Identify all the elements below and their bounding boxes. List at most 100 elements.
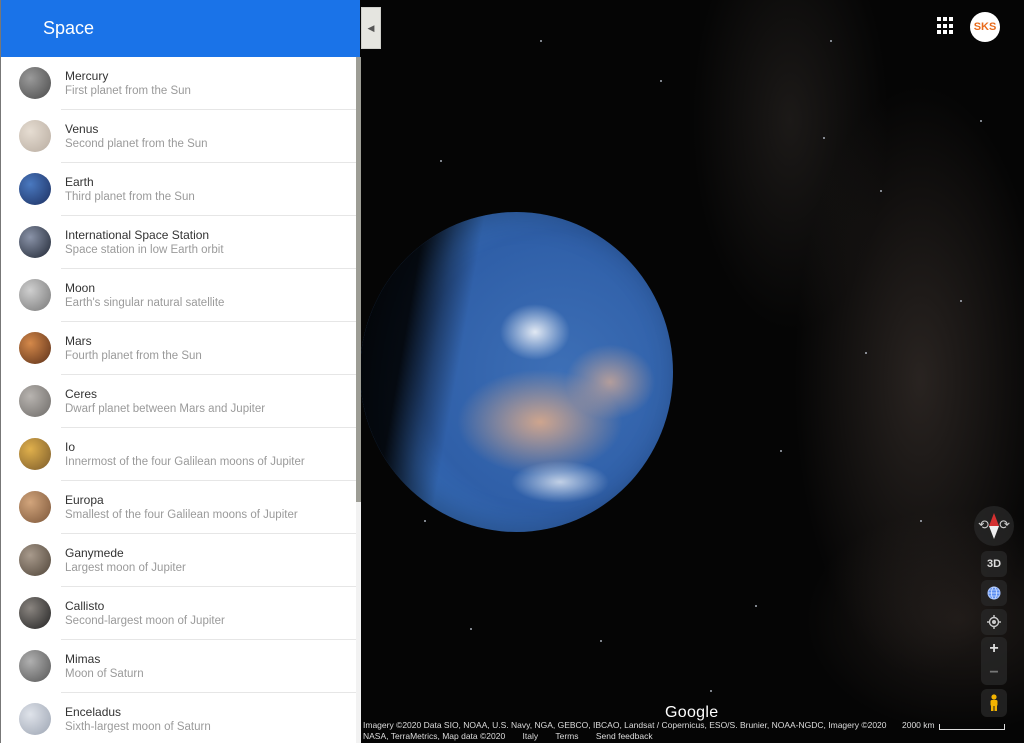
body-thumbnail: [19, 597, 51, 629]
item-name: Ceres: [65, 387, 98, 401]
star: [823, 137, 825, 139]
item-description: Space station in low Earth orbit: [65, 244, 224, 256]
list-item[interactable]: Earth Third planet from the Sun: [1, 163, 356, 216]
attribution-line-2: NASA, TerraMetrics, Map data ©2020: [363, 731, 506, 741]
body-thumbnail: [19, 491, 51, 523]
list-item[interactable]: Ganymede Largest moon of Jupiter: [1, 534, 356, 587]
item-name: Mercury: [65, 69, 109, 83]
street-view-pegman-button[interactable]: [981, 689, 1007, 717]
star: [830, 40, 832, 42]
3d-toggle-button[interactable]: 3D: [981, 551, 1007, 577]
rotate-right-icon[interactable]: ⟳: [999, 518, 1010, 531]
star: [755, 605, 757, 607]
globe-icon: [987, 586, 1001, 600]
item-name: Moon: [65, 281, 96, 295]
star: [600, 640, 602, 642]
scale-bar: [938, 724, 1005, 730]
zoom-in-button[interactable]: +: [989, 637, 998, 661]
celestial-body-list: Mercury First planet from the Sun Venus Sec…: [1, 57, 356, 743]
apps-grid-icon: [937, 17, 941, 21]
compass-north-needle-icon: [989, 513, 999, 526]
body-thumbnail: [19, 279, 51, 311]
body-thumbnail: [19, 544, 51, 576]
item-description: Sixth-largest moon of Saturn: [65, 721, 211, 733]
item-name: Venus: [65, 122, 99, 136]
pegman-icon: [990, 694, 998, 711]
list-item[interactable]: Ceres Dwarf planet between Mars and Jupit…: [1, 375, 356, 428]
item-description: Moon of Saturn: [65, 668, 144, 680]
list-item[interactable]: Mars Fourth planet from the Sun: [1, 322, 356, 375]
item-description: Third planet from the Sun: [65, 191, 195, 203]
item-name: International Space Station: [65, 228, 210, 242]
triangle-left-icon: ◀: [367, 22, 375, 33]
list-item[interactable]: Enceladus Sixth-largest moon of Saturn: [1, 693, 356, 743]
item-name: Earth: [65, 175, 94, 189]
send-feedback-link[interactable]: Send feedback: [596, 731, 653, 741]
list-item[interactable]: Callisto Second-largest moon of Jupiter: [1, 587, 356, 640]
zoom-controls: + −: [981, 637, 1007, 685]
item-description: First planet from the Sun: [65, 85, 191, 97]
star: [540, 40, 542, 42]
item-name: Io: [65, 440, 76, 454]
earth-globe[interactable]: [360, 212, 673, 532]
scale-label: 2000 km: [902, 720, 935, 730]
body-thumbnail: [19, 120, 51, 152]
body-thumbnail: [19, 173, 51, 205]
item-description: Largest moon of Jupiter: [65, 562, 186, 574]
sidebar-scrollbar[interactable]: [356, 57, 361, 743]
star: [920, 520, 922, 522]
account-avatar[interactable]: SKS: [970, 12, 1000, 42]
list-item[interactable]: Mercury First planet from the Sun: [1, 57, 356, 110]
item-description: Fourth planet from the Sun: [65, 350, 202, 362]
my-location-button[interactable]: [981, 609, 1007, 635]
item-description: Earth's singular natural satellite: [65, 297, 225, 309]
item-description: Second-largest moon of Jupiter: [65, 615, 225, 627]
google-earth-app: Space Mercury First planet from the Sun Ve…: [0, 0, 1024, 743]
list-item[interactable]: Mimas Moon of Saturn: [1, 640, 356, 693]
item-name: Mimas: [65, 652, 101, 666]
sidebar-title: Space: [43, 18, 95, 38]
item-name: Callisto: [65, 599, 105, 613]
body-thumbnail: [19, 438, 51, 470]
apps-grid-button[interactable]: [937, 17, 955, 35]
terms-link[interactable]: Terms: [555, 731, 578, 741]
star: [470, 628, 472, 630]
globe-night-shadow: [360, 212, 673, 532]
item-description: Second planet from the Sun: [65, 138, 208, 150]
map-viewport[interactable]: [360, 0, 1024, 743]
item-name: Ganymede: [65, 546, 124, 560]
star: [424, 520, 426, 522]
list-item[interactable]: Venus Second planet from the Sun: [1, 110, 356, 163]
scale-indicator[interactable]: 2000 km: [902, 720, 1005, 730]
sidebar-header: Space: [1, 0, 360, 57]
compass-button[interactable]: ⟲ ⟳: [974, 506, 1014, 546]
item-description: Dwarf planet between Mars and Jupiter: [65, 403, 266, 415]
attribution-line-1: Imagery ©2020 Data SIO, NOAA, U.S. Navy,…: [363, 720, 887, 730]
compass-south-needle-icon: [989, 526, 999, 539]
scrollbar-thumb[interactable]: [356, 57, 361, 502]
list-item[interactable]: International Space Station Space station…: [1, 216, 356, 269]
list-item[interactable]: Europa Smallest of the four Galilean moon…: [1, 481, 356, 534]
item-description: Smallest of the four Galilean moons of J…: [65, 509, 298, 521]
rotate-left-icon[interactable]: ⟲: [978, 518, 989, 531]
item-name: Enceladus: [65, 705, 122, 719]
star: [780, 450, 782, 452]
region-label: Italy: [522, 731, 539, 741]
globe-view-button[interactable]: [981, 580, 1007, 606]
map-attribution: Imagery ©2020 Data SIO, NOAA, U.S. Navy,…: [363, 720, 887, 742]
list-item[interactable]: Moon Earth's singular natural satellite: [1, 269, 356, 322]
star: [960, 300, 962, 302]
star: [710, 690, 712, 692]
sidebar: Space Mercury First planet from the Sun Ve…: [0, 0, 361, 743]
collapse-sidebar-button[interactable]: ◀: [361, 7, 381, 49]
list-item[interactable]: Io Innermost of the four Galilean moons o…: [1, 428, 356, 481]
star: [440, 160, 442, 162]
star: [865, 352, 867, 354]
star: [880, 190, 882, 192]
zoom-out-button[interactable]: −: [989, 661, 998, 685]
body-thumbnail: [19, 650, 51, 682]
body-thumbnail: [19, 67, 51, 99]
item-name: Europa: [65, 493, 104, 507]
item-name: Mars: [65, 334, 92, 348]
body-thumbnail: [19, 703, 51, 735]
